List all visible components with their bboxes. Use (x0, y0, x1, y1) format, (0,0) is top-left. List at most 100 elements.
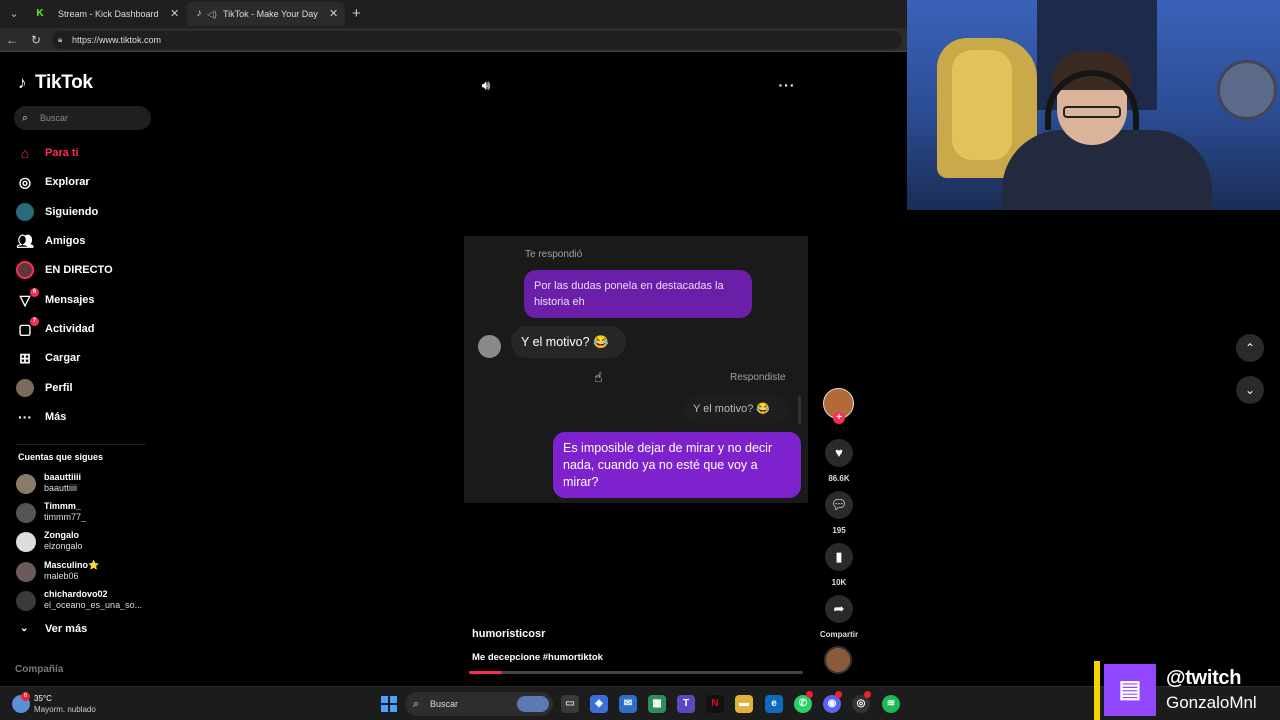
chat-bubble-dark: Y el motivo? 😂 (511, 326, 626, 358)
windows-logo-pane (381, 696, 388, 703)
store-icon[interactable]: ▦ (648, 695, 666, 713)
back-icon[interactable]: ← (4, 32, 20, 48)
nav-label: Para ti (45, 147, 79, 159)
tiktok-logo[interactable]: ♪ TikTok (18, 72, 93, 94)
music-disc-icon[interactable] (824, 646, 852, 674)
comment-icon: 💬︎ (830, 497, 848, 512)
close-icon[interactable]: ✕ (329, 2, 341, 26)
netflix-icon[interactable]: N (706, 695, 724, 713)
notification-dot (835, 691, 842, 698)
windows-start-icon[interactable] (381, 696, 397, 712)
see-more-button[interactable]: ⌄ Ver más (16, 620, 136, 638)
account-name: chichardovo02 (44, 589, 108, 599)
spotify-icon[interactable]: ≋ (882, 695, 900, 713)
tab-menu-icon[interactable]: ⌄ (4, 6, 24, 22)
new-tab-icon[interactable]: + (352, 4, 368, 24)
account-name: Masculino⭐ (44, 560, 100, 570)
reload-icon[interactable]: ↻ (28, 32, 44, 48)
nav-label: Mensajes (45, 294, 95, 306)
volume-icon[interactable]: 🔊︎ (477, 76, 495, 94)
more-options-icon[interactable]: ··· (777, 76, 797, 94)
nav-mensajes[interactable]: ▽ 6 Mensajes (16, 288, 156, 311)
share-button[interactable]: ➦ (825, 595, 853, 623)
nav-label: Actividad (45, 323, 95, 335)
folder-icon[interactable]: ▬ (735, 695, 753, 713)
teams-icon[interactable]: T (677, 695, 695, 713)
nav-label: Amigos (45, 235, 86, 247)
share-label: Compartir (819, 630, 859, 639)
more-icon: ··· (18, 409, 32, 425)
company-link[interactable]: Compañía (15, 664, 63, 675)
profile-icon (16, 379, 34, 397)
save-button[interactable]: ▮ (825, 543, 853, 571)
webcam-computer-panel (952, 50, 1012, 160)
nav-cargar[interactable]: ⊞ Cargar (16, 347, 156, 369)
speaker-icon: ◁) (207, 9, 217, 19)
nav-mas[interactable]: ··· Más (16, 406, 156, 428)
video-progress-bar[interactable] (469, 671, 803, 674)
nav-label: Cargar (45, 352, 81, 364)
address-bar: ← ↻ 🔒︎ https://www.tiktok.com (0, 28, 907, 52)
save-count: 10K (831, 578, 847, 587)
taskbar: 6 35°C Mayorm. nublado ⌕ Buscar ▭ ◈ ✉ ▦ … (0, 686, 1280, 720)
following-title: Cuentas que sigues (18, 452, 104, 462)
divider (16, 444, 146, 445)
nav-explorar[interactable]: ◎ Explorar (16, 171, 156, 193)
tab-kick-dashboard[interactable]: K Stream - Kick Dashboard ✕ (28, 2, 186, 26)
tab-label: Stream - Kick Dashboard (58, 9, 159, 19)
previous-video-button[interactable]: ⌃ (1236, 334, 1264, 362)
webcam-person-body (1002, 130, 1212, 210)
task-view-icon[interactable]: ▭ (561, 695, 579, 713)
webcam-glasses (1063, 106, 1121, 118)
heart-icon: ♥ (835, 445, 843, 460)
weather-badge: 6 (21, 692, 30, 701)
tiktok-note-icon: ♪ (18, 73, 27, 92)
chat-bubble-bright: Es imposible dejar de mirar y no decir n… (553, 432, 801, 498)
nav-perfil[interactable]: Perfil (16, 377, 156, 399)
activity-badge: 7 (30, 317, 39, 326)
avatar (16, 532, 36, 552)
search-icon: ⌕ (413, 698, 420, 710)
weather-temp: 35°C (34, 694, 52, 703)
nav-label: Perfil (45, 382, 73, 394)
search-input[interactable]: ⌕ Buscar (14, 106, 151, 130)
weather-desc: Mayorm. nublado (34, 705, 96, 714)
nav-siguiendo[interactable]: Siguiendo (16, 201, 156, 223)
video-author[interactable]: humoristicosr (472, 628, 545, 640)
nav-para-ti[interactable]: ⌂ Para ti (16, 142, 156, 164)
video-progress-fill (469, 671, 503, 674)
following-account[interactable]: baauttiiii baauttiiii (16, 470, 156, 496)
copilot-icon[interactable]: ◈ (590, 695, 608, 713)
like-button[interactable]: ♥ (825, 439, 853, 467)
weather-widget[interactable]: 6 35°C Mayorm. nublado (12, 692, 132, 716)
comment-button[interactable]: 💬︎ (825, 491, 853, 519)
following-icon (16, 203, 34, 221)
windows-logo-pane (390, 705, 397, 712)
nav-label: Explorar (45, 176, 90, 188)
follow-plus-icon[interactable]: + (833, 412, 845, 424)
tab-label: TikTok - Make Your Day (223, 9, 318, 19)
taskbar-search[interactable]: ⌕ Buscar (405, 692, 553, 716)
mail-icon[interactable]: ✉ (619, 695, 637, 713)
next-video-button[interactable]: ⌄ (1236, 376, 1264, 404)
reply-label: Respondiste (730, 372, 786, 383)
following-account[interactable]: Zongalo elzongalo (16, 528, 156, 554)
edge-icon[interactable]: e (765, 695, 783, 713)
twitch-handle: @twitch (1166, 667, 1242, 689)
quoted-bubble: Y el motivo? 😂 (683, 395, 789, 423)
nav-amigos[interactable]: 👥︎ Amigos (16, 230, 156, 252)
chevron-down-icon: ⌄ (1244, 383, 1256, 397)
nav-actividad[interactable]: ▢ 7 Actividad (16, 317, 156, 340)
chevron-down-icon: ⌄ (20, 623, 29, 634)
url-field[interactable]: 🔒︎ https://www.tiktok.com (52, 31, 902, 49)
like-count: 86.6K (828, 474, 850, 483)
taskbar-search-label: Buscar (430, 699, 459, 709)
avatar (478, 335, 501, 358)
tab-tiktok[interactable]: ♪ ◁) TikTok - Make Your Day ✕ (187, 2, 345, 26)
browser-tab-bar: ⌄ K Stream - Kick Dashboard ✕ ♪ ◁) TikTo… (0, 0, 907, 28)
following-account[interactable]: chichardovo02 el_oceano_es_una_so... (16, 587, 156, 613)
following-account[interactable]: Masculino⭐ maleb06 (16, 558, 156, 584)
close-icon[interactable]: ✕ (170, 2, 182, 26)
following-account[interactable]: Timmm_ timmm77_ (16, 499, 156, 525)
nav-en-directo[interactable]: EN DIRECTO (16, 259, 156, 281)
